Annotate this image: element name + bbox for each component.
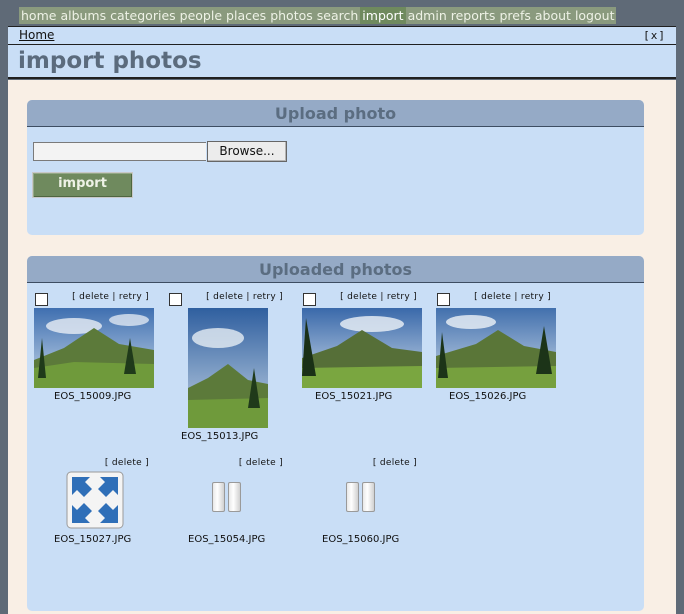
title-bar: import photos: [8, 45, 676, 79]
photo-filename: EOS_15054.JPG: [188, 534, 266, 545]
nav-search[interactable]: search: [314, 7, 361, 24]
photo-select-checkbox[interactable]: [35, 293, 48, 306]
nav-albums[interactable]: albums: [58, 7, 109, 24]
nav-photos[interactable]: photos: [268, 7, 315, 24]
photo-filename: EOS_15026.JPG: [449, 391, 527, 402]
photo-cell: [ delete ] EOS_15054.JPG: [161, 456, 295, 548]
photo-actions[interactable]: [ delete | retry ]: [206, 292, 283, 302]
portrait-thumbnail[interactable]: [188, 308, 268, 428]
landscape-thumbnail[interactable]: [34, 308, 154, 388]
photo-cell: [ delete ] EOS_15027.JPG: [27, 456, 161, 548]
photo-filename: EOS_15027.JPG: [54, 534, 132, 545]
nav-reports[interactable]: reports: [448, 7, 498, 24]
nav-people[interactable]: people: [177, 7, 225, 24]
top-nav: home albums categories people places pho…: [19, 7, 617, 24]
photo-actions[interactable]: [ delete ]: [373, 458, 417, 468]
uploaded-photos-panel: Uploaded photos [ delete | retry ] EOS_1…: [27, 256, 644, 611]
file-path-input[interactable]: [33, 142, 206, 161]
nav-about[interactable]: about: [532, 7, 573, 24]
breadcrumb: Home [x]: [8, 26, 676, 45]
uploaded-panel-heading: Uploaded photos: [27, 256, 644, 283]
upload-panel: Upload photo Browse... import: [27, 100, 644, 235]
nav-admin[interactable]: admin: [405, 7, 449, 24]
photo-cell: [ delete | retry ] EOS_15021.JPG: [295, 290, 429, 402]
photo-select-checkbox[interactable]: [303, 293, 316, 306]
photo-filename: EOS_15060.JPG: [322, 534, 400, 545]
photo-select-checkbox[interactable]: [169, 293, 182, 306]
breadcrumb-home-link[interactable]: Home: [19, 27, 54, 44]
photo-cell: [ delete | retry ] EOS_15013.JPG: [161, 290, 295, 442]
upload-panel-heading: Upload photo: [27, 100, 644, 127]
nav-places[interactable]: places: [224, 7, 269, 24]
browse-button[interactable]: Browse...: [207, 141, 287, 162]
photo-filename: EOS_15013.JPG: [181, 431, 259, 442]
photo-actions[interactable]: [ delete | retry ]: [72, 292, 149, 302]
page-title: import photos: [18, 48, 202, 74]
pause-icon: [346, 482, 376, 512]
photo-cell: [ delete ] EOS_15060.JPG: [295, 456, 429, 548]
pause-icon: [212, 482, 242, 512]
photo-actions[interactable]: [ delete | retry ]: [474, 292, 551, 302]
import-button[interactable]: import: [32, 172, 133, 198]
photo-actions[interactable]: [ delete ]: [239, 458, 283, 468]
nav-categories[interactable]: categories: [108, 7, 178, 24]
nav-home[interactable]: home: [19, 7, 59, 24]
nav-import[interactable]: import: [360, 7, 406, 24]
landscape-thumbnail[interactable]: [436, 308, 556, 388]
photo-cell: [ delete | retry ] EOS_15009.JPG: [27, 290, 161, 402]
photo-actions[interactable]: [ delete ]: [105, 458, 149, 468]
photo-select-checkbox[interactable]: [437, 293, 450, 306]
nav-prefs[interactable]: prefs: [497, 7, 533, 24]
landscape-thumbnail[interactable]: [302, 308, 422, 388]
nav-logout[interactable]: logout: [572, 7, 617, 24]
main-content: Upload photo Browse... import Uploaded p…: [8, 80, 676, 614]
resize-icon: [66, 471, 124, 529]
close-button[interactable]: [x]: [643, 27, 666, 44]
photo-cell: [ delete | retry ] EOS_15026.JPG: [429, 290, 563, 402]
photo-actions[interactable]: [ delete | retry ]: [340, 292, 417, 302]
photo-filename: EOS_15009.JPG: [54, 391, 132, 402]
photo-filename: EOS_15021.JPG: [315, 391, 393, 402]
